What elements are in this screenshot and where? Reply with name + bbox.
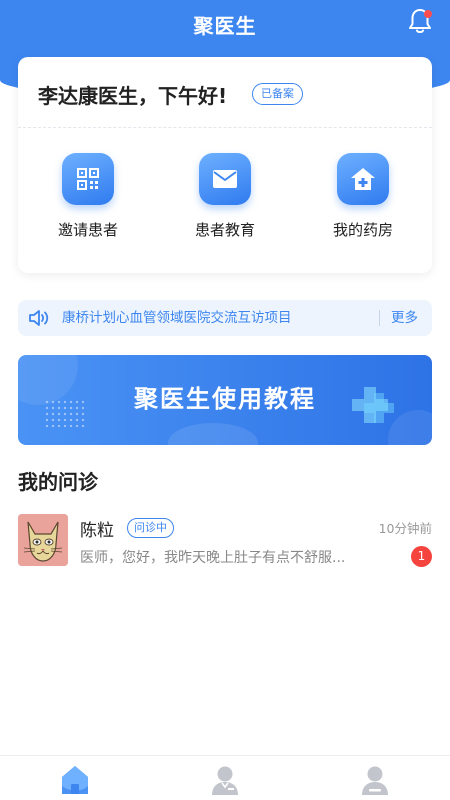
consultation-item[interactable]: 陈粒 问诊中 10分钟前 医师，您好，我昨天晚上肚子有点不舒服... 1 <box>18 512 432 572</box>
qr-code-icon <box>62 153 114 205</box>
doctor-icon[interactable] <box>210 764 240 796</box>
pharmacy-icon <box>337 153 389 205</box>
message-preview: 医师，您好，我昨天晚上肚子有点不舒服... <box>80 550 346 566</box>
mail-icon <box>199 153 251 205</box>
tutorial-banner[interactable]: 聚医生使用教程 <box>18 355 432 445</box>
unread-count-badge: 1 <box>411 546 432 567</box>
notification-dot <box>424 10 432 18</box>
home-icon[interactable] <box>60 764 90 796</box>
divider <box>18 127 432 128</box>
notice-bar[interactable]: 康桥计划心血管领域医院交流互访项目 更多 <box>18 300 432 336</box>
avatar <box>18 514 68 566</box>
notice-more-link[interactable]: 更多 <box>391 300 418 336</box>
doctor-card: 李达康医生，下午好! 已备案 邀请患者 患者教育 我的药房 <box>18 57 432 273</box>
patient-name: 陈粒 <box>80 521 114 541</box>
bottom-nav <box>0 755 450 800</box>
speaker-icon <box>29 310 49 326</box>
notice-separator <box>379 310 380 326</box>
app-title: 聚医生 <box>193 14 257 38</box>
invite-patient-label: 邀请患者 <box>57 221 118 239</box>
filed-badge: 已备案 <box>252 83 303 105</box>
patient-education-label: 患者教育 <box>194 221 255 239</box>
my-pharmacy-label: 我的药房 <box>332 221 393 239</box>
medical-cross-icon <box>352 387 394 423</box>
patient-education-button[interactable]: 患者教育 <box>175 153 275 240</box>
profile-icon[interactable] <box>360 764 390 796</box>
message-time: 10分钟前 <box>378 521 432 536</box>
section-title: 我的问诊 <box>18 470 98 494</box>
my-pharmacy-button[interactable]: 我的药房 <box>313 153 413 240</box>
notice-text[interactable]: 康桥计划心血管领域医院交流互访项目 <box>62 300 292 336</box>
greeting-text: 李达康医生，下午好! <box>38 84 228 108</box>
status-badge: 问诊中 <box>127 518 174 538</box>
invite-patient-button[interactable]: 邀请患者 <box>38 153 138 240</box>
